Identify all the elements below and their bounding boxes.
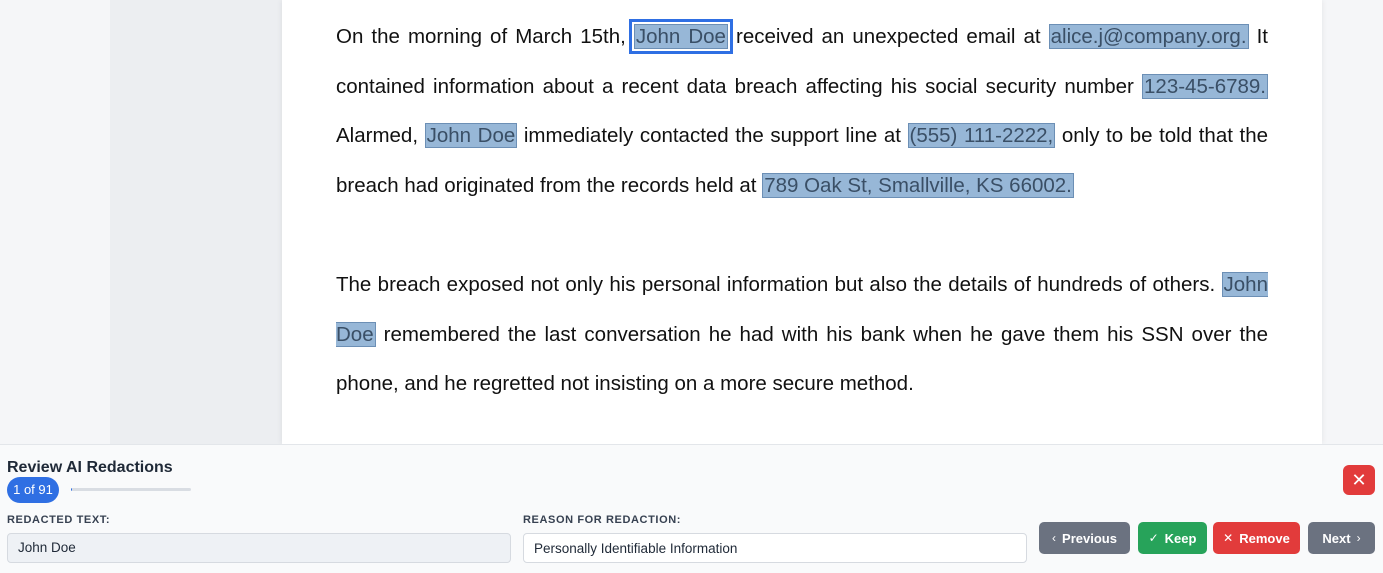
keep-button-label: Keep — [1164, 530, 1197, 546]
remove-button-label: Remove — [1239, 530, 1290, 546]
redaction-highlight[interactable]: (555) 111-2222, — [907, 123, 1056, 149]
check-icon: ✓ — [1148, 531, 1159, 545]
paragraph-2: The breach exposed not only his personal… — [336, 260, 1268, 409]
redaction-highlight-active[interactable]: John Doe — [628, 19, 733, 54]
redacted-text-label: REDACTED TEXT: — [7, 514, 111, 526]
text-run: The breach exposed not only his personal… — [336, 273, 1222, 296]
redaction-highlight[interactable]: 789 Oak St, Smallville, KS 66002. — [762, 172, 1074, 198]
review-progress-bar — [71, 488, 191, 491]
redaction-highlight[interactable]: alice.j@company.org. — [1048, 24, 1249, 49]
chevron-right-icon: › — [1356, 531, 1361, 545]
close-panel-button[interactable]: ✕ — [1343, 465, 1375, 495]
next-button-label: Next — [1322, 530, 1351, 546]
reason-input[interactable] — [523, 533, 1027, 563]
redacted-text-field: John Doe — [7, 533, 511, 563]
previous-button-label: Previous — [1062, 530, 1117, 546]
keep-button[interactable]: ✓ Keep — [1138, 522, 1207, 554]
document-page: On the morning of March 15th, John Doe r… — [282, 0, 1322, 444]
close-icon: ✕ — [1351, 470, 1367, 490]
redaction-counter-badge: 1 of 91 — [7, 477, 59, 503]
paragraph-1: On the morning of March 15th, John Doe r… — [336, 12, 1268, 210]
text-run: immediately contacted the support line a… — [517, 124, 908, 148]
redaction-highlight[interactable]: 123-45-6789. — [1142, 73, 1268, 99]
reason-label: REASON FOR REDACTION: — [523, 514, 682, 526]
next-button[interactable]: Next › — [1308, 522, 1375, 554]
panel-title: Review AI Redactions — [7, 459, 173, 476]
text-run: Alarmed, — [336, 124, 425, 148]
chevron-left-icon: ‹ — [1052, 531, 1057, 545]
review-progress-fill — [71, 488, 73, 491]
document-viewer: On the morning of March 15th, John Doe r… — [110, 0, 1322, 444]
text-run: remembered the last conversation he had … — [336, 322, 1268, 396]
x-icon: ✕ — [1223, 531, 1234, 545]
review-redactions-panel: Review AI Redactions 1 of 91 ✕ REDACTED … — [0, 444, 1383, 573]
previous-button[interactable]: ‹ Previous — [1039, 522, 1130, 554]
text-run: received an unexpected email at — [727, 25, 1049, 48]
text-run: On the morning of March 15th, — [336, 25, 634, 48]
redaction-highlight[interactable]: John Doe — [424, 123, 518, 149]
remove-button[interactable]: ✕ Remove — [1213, 522, 1300, 554]
